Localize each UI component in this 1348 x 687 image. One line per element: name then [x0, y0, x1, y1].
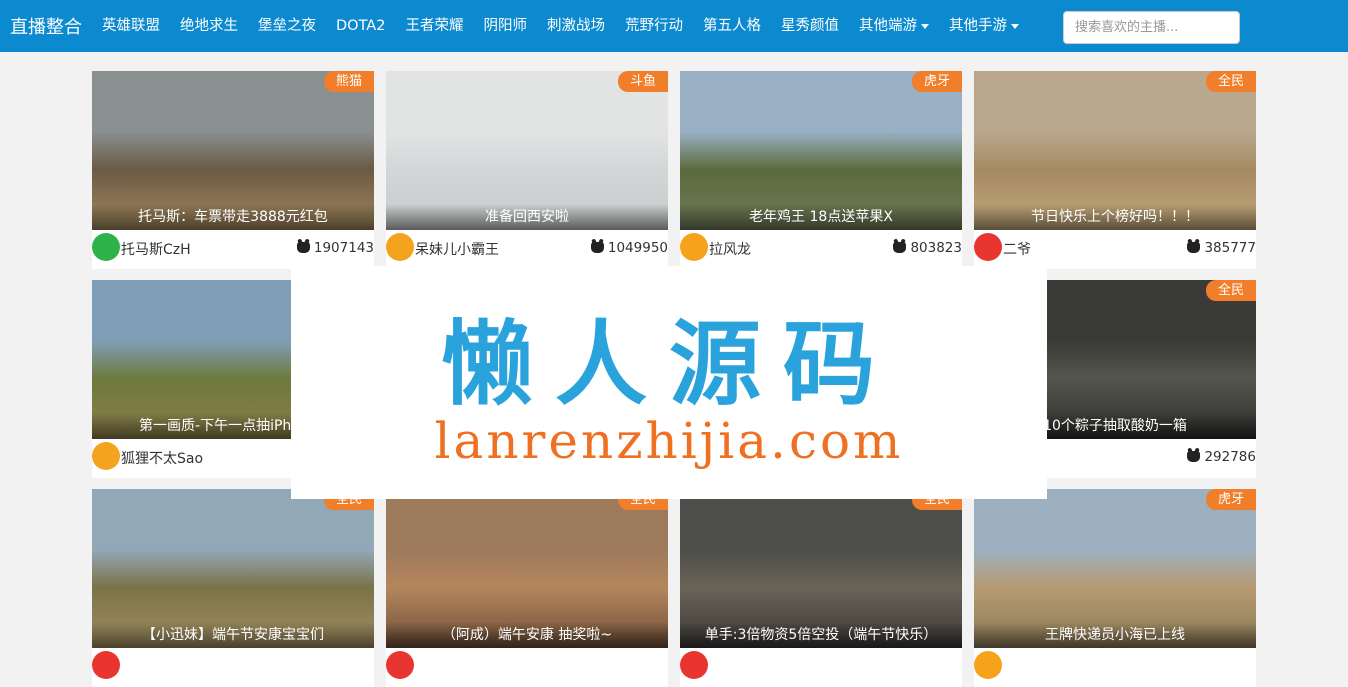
streamer-name[interactable]: 拉风龙	[709, 239, 751, 259]
streamer-name[interactable]: 狐狸不太Sao	[121, 448, 203, 468]
avatar[interactable]	[92, 233, 120, 261]
viewer-icon	[296, 242, 310, 253]
platform-badge: 斗鱼	[617, 71, 668, 92]
stream-title: 单手:3倍物资5倍空投（端午节快乐）	[680, 622, 962, 648]
stream-meta: 拉风龙 803823	[680, 230, 962, 269]
viewer-count: 385777	[1187, 240, 1256, 256]
nav-item-identity-v[interactable]: 第五人格	[693, 0, 771, 52]
platform-badge: 全民	[1205, 280, 1256, 301]
stream-title: 王牌快递员小海已上线	[974, 622, 1256, 648]
stream-thumbnail[interactable]: 斗鱼准备回西安啦	[386, 71, 668, 230]
stream-card[interactable]: 斗鱼准备回西安啦呆妹儿小霸王 1049950	[386, 71, 668, 269]
stream-thumbnail[interactable]: 全民 （阿成）端午安康 抽奖啦~	[386, 489, 668, 648]
stream-card[interactable]: 全民 单手:3倍物资5倍空投（端午节快乐）	[680, 489, 962, 687]
platform-badge: 虎牙	[911, 71, 962, 92]
platform-badge: 全民	[1205, 71, 1256, 92]
nav-item-onmyoji[interactable]: 阴阳师	[473, 0, 537, 52]
dropdown-label: 其他手游	[948, 18, 1007, 34]
avatar[interactable]	[386, 651, 414, 679]
viewer-count-value: 803823	[910, 240, 962, 256]
stream-thumbnail[interactable]: 全民 单手:3倍物资5倍空投（端午节快乐）	[680, 489, 962, 648]
stream-title: 托马斯：车票带走3888元红包	[92, 204, 374, 230]
viewer-count-value: 1907143	[313, 240, 374, 256]
dropdown-label: 其他端游	[858, 18, 917, 34]
streamer-name[interactable]: 二爷	[1003, 239, 1031, 259]
streamer-name[interactable]: 托马斯CzH	[121, 239, 191, 259]
avatar[interactable]	[680, 651, 708, 679]
stream-meta: 二爷 385777	[974, 230, 1256, 269]
watermark-logo-cn: 懒人源码	[440, 311, 897, 418]
platform-badge: 熊猫	[323, 71, 374, 92]
nav-dropdown-pc-games[interactable]: 其他端游	[849, 0, 939, 52]
stream-thumbnail[interactable]: 全民节日快乐上个榜好吗！！！	[974, 71, 1256, 230]
avatar[interactable]	[386, 233, 414, 261]
viewer-count-value: 1049950	[607, 240, 668, 256]
stream-thumbnail[interactable]: 全民 【小迅妹】端午节安康宝宝们	[92, 489, 374, 648]
stream-card[interactable]: 虎牙老年鸡王 18点送苹果X 拉风龙 803823	[680, 71, 962, 269]
stream-title: 准备回西安啦	[386, 204, 668, 230]
top-navbar: 直播整合 英雄联盟 绝地求生 堡垒之夜 DOTA2 王者荣耀 阴阳师 刺激战场 …	[0, 0, 1348, 52]
nav-item-pubg[interactable]: 绝地求生	[170, 0, 248, 52]
avatar[interactable]	[92, 442, 120, 470]
search-input[interactable]	[1063, 11, 1240, 44]
watermark-overlay: 懒人源码 lanrenzhijia.com	[291, 266, 1047, 499]
stream-card[interactable]: 虎牙王牌快递员小海已上线	[974, 489, 1256, 687]
stream-thumbnail[interactable]: 虎牙王牌快递员小海已上线	[974, 489, 1256, 648]
stream-title: 节日快乐上个榜好吗！！！	[974, 204, 1256, 230]
nav-item-dota2[interactable]: DOTA2	[326, 0, 395, 52]
stream-thumbnail[interactable]: 虎牙老年鸡王 18点送苹果X	[680, 71, 962, 230]
viewer-count: 803823	[893, 240, 962, 256]
nav-item-pubg-mobile[interactable]: 刺激战场	[537, 0, 615, 52]
nav-dropdown-mobile-games[interactable]: 其他手游	[939, 0, 1029, 52]
stream-card[interactable]: 全民 【小迅妹】端午节安康宝宝们	[92, 489, 374, 687]
caret-down-icon	[1010, 23, 1019, 29]
avatar[interactable]	[974, 651, 1002, 679]
caret-down-icon	[920, 23, 929, 29]
nav-item-showroom[interactable]: 星秀颜值	[771, 0, 849, 52]
viewer-icon	[893, 242, 907, 253]
stream-title: 老年鸡王 18点送苹果X	[680, 204, 962, 230]
site-brand[interactable]: 直播整合	[10, 13, 82, 39]
viewer-count-value: 292786	[1204, 449, 1256, 465]
stream-card[interactable]: 全民节日快乐上个榜好吗！！！ 二爷 385777	[974, 71, 1256, 269]
stream-title: （阿成）端午安康 抽奖啦~	[386, 622, 668, 648]
viewer-count: 292786	[1187, 449, 1256, 465]
platform-badge: 虎牙	[1205, 489, 1256, 510]
avatar[interactable]	[974, 233, 1002, 261]
avatar[interactable]	[92, 651, 120, 679]
viewer-icon	[1187, 451, 1201, 462]
stream-thumbnail[interactable]: 熊猫托马斯：车票带走3888元红包	[92, 71, 374, 230]
viewer-icon	[590, 242, 604, 253]
nav-item-fortnite[interactable]: 堡垒之夜	[248, 0, 326, 52]
viewer-count: 1907143	[296, 240, 374, 256]
nav-item-knives-out[interactable]: 荒野行动	[615, 0, 693, 52]
viewer-icon	[1187, 242, 1201, 253]
stream-card[interactable]: 熊猫托马斯：车票带走3888元红包托马斯CzH 1907143	[92, 71, 374, 269]
viewer-count-value: 385777	[1204, 240, 1256, 256]
watermark-logo-en: lanrenzhijia.com	[434, 412, 904, 470]
stream-title: 【小迅妹】端午节安康宝宝们	[92, 622, 374, 648]
viewer-count: 1049950	[590, 240, 668, 256]
stream-meta: 呆妹儿小霸王 1049950	[386, 230, 668, 269]
avatar[interactable]	[680, 233, 708, 261]
nav-item-honor-of-kings[interactable]: 王者荣耀	[395, 0, 473, 52]
stream-card[interactable]: 全民 （阿成）端午安康 抽奖啦~	[386, 489, 668, 687]
streamer-name[interactable]: 呆妹儿小霸王	[415, 239, 499, 259]
nav-item-lol[interactable]: 英雄联盟	[92, 0, 170, 52]
stream-meta: 托马斯CzH 1907143	[92, 230, 374, 269]
